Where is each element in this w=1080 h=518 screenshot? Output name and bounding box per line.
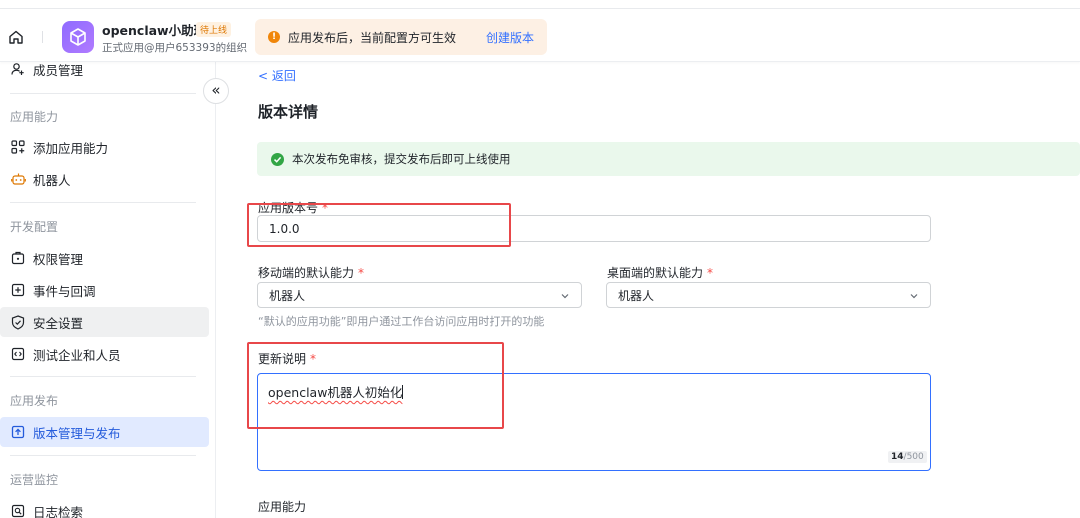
add-user-icon <box>10 61 26 77</box>
section-title-monitoring: 运营监控 <box>10 473 59 487</box>
default-ability-hint: “默认的应用功能”即用户通过工作台访问应用时打开的功能 <box>258 315 545 328</box>
app-status-badge: 待上线 <box>196 22 232 37</box>
sidebar-item-version-publish[interactable]: 版本管理与发布 <box>0 417 209 447</box>
version-input-value: 1.0.0 <box>269 221 300 236</box>
robot-icon <box>10 171 26 187</box>
version-label: 应用版本号 * <box>258 199 328 216</box>
sidebar-item-bot[interactable]: 机器人 <box>0 164 209 194</box>
sidebar-item-label: 成员管理 <box>33 62 84 78</box>
success-alert: 本次发布免审核，提交发布后即可上线使用 <box>257 142 1080 176</box>
collapse-sidebar-button[interactable]: « <box>203 78 229 104</box>
version-input[interactable]: 1.0.0 <box>257 215 931 242</box>
sidebar-divider <box>10 93 196 94</box>
char-max: /500 <box>903 452 924 462</box>
code-box-icon <box>10 346 26 362</box>
section-title-app-ability: 应用能力 <box>10 110 59 124</box>
required-mark: * <box>707 266 714 280</box>
shield-icon <box>10 314 26 330</box>
desktop-default-value: 机器人 <box>618 288 655 303</box>
sidebar-item-events[interactable]: 事件与回调 <box>0 275 209 305</box>
char-counter: 14/500 <box>888 451 927 463</box>
sidebar-item-label: 添加应用能力 <box>33 140 109 156</box>
mobile-default-label: 移动端的默认能力 * <box>258 264 364 281</box>
sidebar-item-label: 测试企业和人员 <box>33 347 121 363</box>
sidebar-item-label: 安全设置 <box>33 315 84 331</box>
capability-section-label: 应用能力 <box>258 500 307 514</box>
sidebar-divider <box>10 202 196 203</box>
sidebar-item-label: 权限管理 <box>33 251 84 267</box>
sidebar-item-label: 版本管理与发布 <box>33 425 121 441</box>
app-name: openclaw小助理 <box>102 23 207 38</box>
create-version-link[interactable]: 创建版本 <box>486 29 534 46</box>
update-notes-textarea[interactable]: openclaw机器人初始化 <box>257 373 931 471</box>
required-mark: * <box>322 201 329 215</box>
sidebar-divider <box>10 455 196 456</box>
sidebar: 成员管理 应用能力 添加应用能力 机器人 开发配置 权限管理 事件与回调 安全设… <box>0 62 216 518</box>
version-label-text: 应用版本号 <box>258 201 319 215</box>
update-notes-label: 更新说明 * <box>258 350 316 367</box>
sidebar-item-label: 事件与回调 <box>33 283 96 299</box>
double-chevron-left-icon: « <box>211 80 221 99</box>
page-title: 版本详情 <box>258 103 319 121</box>
required-mark: * <box>310 352 317 366</box>
chevron-down-icon <box>561 294 569 299</box>
sidebar-item-label: 机器人 <box>33 172 71 188</box>
sidebar-item-security[interactable]: 安全设置 <box>0 307 209 337</box>
update-notes-label-text: 更新说明 <box>258 352 307 366</box>
section-title-publish: 应用发布 <box>10 394 59 408</box>
event-box-icon <box>10 282 26 298</box>
sidebar-item-test-org[interactable]: 测试企业和人员 <box>0 339 209 369</box>
check-circle-icon <box>271 152 284 166</box>
cube-icon <box>70 28 86 46</box>
section-title-dev-config: 开发配置 <box>10 220 59 234</box>
required-mark: * <box>358 266 365 280</box>
desktop-default-label: 桌面端的默认能力 * <box>607 264 713 281</box>
grid-plus-icon <box>10 139 26 155</box>
desktop-default-label-text: 桌面端的默认能力 <box>607 266 704 280</box>
header-separator <box>42 31 43 43</box>
char-count: 14 <box>891 452 904 462</box>
home-icon[interactable] <box>8 29 24 45</box>
update-notes-value: openclaw机器人初始化 <box>268 385 403 400</box>
mobile-default-select[interactable]: 机器人 <box>257 282 582 308</box>
log-search-icon <box>10 503 26 518</box>
text-caret <box>402 385 404 399</box>
back-link[interactable]: < 返回 <box>258 67 296 84</box>
top-bar: openclaw小助理 待上线 正式应用@用户653393的组织 ! 应用发布后… <box>0 0 1080 62</box>
publish-notice: ! 应用发布后，当前配置方可生效 创建版本 <box>255 19 547 55</box>
top-divider <box>0 8 1080 9</box>
desktop-default-select[interactable]: 机器人 <box>606 282 931 308</box>
sidebar-item-label: 日志检索 <box>33 504 84 518</box>
lock-box-icon <box>10 250 26 266</box>
app-logo <box>62 21 94 53</box>
sidebar-item-permissions[interactable]: 权限管理 <box>0 243 209 273</box>
app-subtitle: 正式应用@用户653393的组织 <box>102 42 248 54</box>
success-text: 本次发布免审核，提交发布后即可上线使用 <box>292 152 511 166</box>
mobile-default-label-text: 移动端的默认能力 <box>258 266 355 280</box>
sidebar-item-add-ability[interactable]: 添加应用能力 <box>0 132 209 162</box>
warning-icon: ! <box>268 31 280 43</box>
upload-box-icon <box>10 424 26 440</box>
notice-text: 应用发布后，当前配置方可生效 <box>288 30 457 45</box>
chevron-down-icon <box>910 294 918 299</box>
mobile-default-value: 机器人 <box>269 288 306 303</box>
sidebar-item-log-search[interactable]: 日志检索 <box>0 496 209 518</box>
sidebar-divider <box>10 376 196 377</box>
